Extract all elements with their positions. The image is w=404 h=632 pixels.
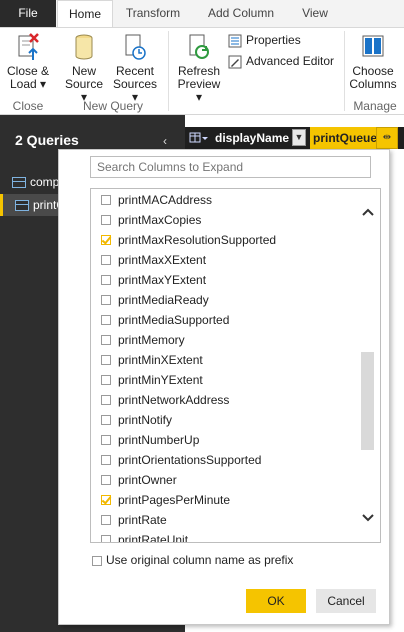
- recent-clock-icon: [123, 32, 147, 62]
- tab-home[interactable]: Home: [57, 0, 113, 27]
- checkbox[interactable]: [101, 275, 111, 285]
- table-icon: [15, 200, 29, 212]
- column-list-item-label: printNotify: [118, 413, 173, 427]
- checkbox[interactable]: [101, 515, 111, 525]
- checkbox[interactable]: [101, 415, 111, 425]
- checkbox-checked[interactable]: [101, 495, 111, 505]
- close-load-icon: [16, 32, 40, 62]
- ribbon-separator: [168, 31, 169, 111]
- search-columns-input[interactable]: [91, 157, 370, 177]
- column-printqueue[interactable]: printQueue: [310, 127, 377, 149]
- group-label-new-query: New Query: [82, 99, 144, 113]
- checkbox[interactable]: [101, 375, 111, 385]
- column-list-item-label: printMemory: [118, 333, 185, 347]
- refresh-icon: [187, 32, 211, 62]
- tab-transform[interactable]: Transform: [117, 0, 189, 27]
- cancel-button[interactable]: Cancel: [316, 589, 376, 613]
- column-list: printMACAddress printMaxCopies printMaxRes…: [90, 188, 381, 543]
- checkbox[interactable]: [101, 215, 111, 225]
- column-list-item-label: printMACAddress: [118, 193, 213, 207]
- column-list-item-label: printPagesPerMinute: [118, 493, 231, 507]
- close-load-button[interactable]: Close & Load ▾: [4, 32, 52, 91]
- column-list-item-label: printMaxResolutionSupported: [118, 233, 277, 247]
- table-icon: [12, 177, 26, 189]
- properties-label: Properties: [246, 33, 301, 47]
- table-menu-icon[interactable]: [189, 131, 209, 145]
- choose-columns-icon: [361, 32, 385, 62]
- new-source-button[interactable]: New Source ▾: [62, 32, 106, 104]
- advanced-editor-button[interactable]: Advanced Editor: [228, 53, 334, 69]
- query-item-label: comp: [30, 175, 60, 189]
- properties-button[interactable]: Properties: [228, 32, 301, 48]
- checkbox[interactable]: [101, 455, 111, 465]
- column-list-item-label: printMinXExtent: [118, 353, 203, 367]
- column-list-item-label: printMediaReady: [118, 293, 209, 307]
- column-list-item-label: printOrientationsSupported: [118, 453, 262, 467]
- tab-file[interactable]: File: [0, 0, 56, 27]
- tab-add-column[interactable]: Add Column: [193, 0, 289, 27]
- checkbox[interactable]: [101, 535, 111, 542]
- checkbox[interactable]: [101, 395, 111, 405]
- advanced-editor-icon: [228, 55, 242, 69]
- expand-column-icon[interactable]: ⇹: [376, 127, 398, 149]
- advanced-editor-label: Advanced Editor: [246, 54, 335, 68]
- choose-columns-label-2: Columns: [349, 77, 397, 91]
- checkbox[interactable]: [101, 255, 111, 265]
- checkbox[interactable]: [101, 355, 111, 365]
- choose-columns-button[interactable]: Choose Columns: [348, 32, 398, 91]
- checkbox[interactable]: [101, 475, 111, 485]
- ok-button[interactable]: OK: [246, 589, 306, 613]
- group-label-close: Close: [12, 99, 44, 113]
- search-columns-field[interactable]: [90, 156, 371, 178]
- collapse-pane-icon[interactable]: ‹: [163, 134, 167, 148]
- tab-view[interactable]: View: [293, 0, 337, 27]
- checkbox[interactable]: [101, 195, 111, 205]
- column-displayname[interactable]: displayName: [215, 131, 289, 145]
- checkbox-checked[interactable]: [101, 235, 111, 245]
- ribbon-separator: [344, 31, 345, 111]
- recent-sources-button[interactable]: Recent Sources ▾: [110, 32, 160, 104]
- scrollbar-thumb[interactable]: [361, 352, 374, 450]
- column-list-item-label: printRate: [118, 513, 167, 527]
- column-list-item-label: printMaxCopies: [118, 213, 202, 227]
- column-list-item-label: printOwner: [118, 473, 177, 487]
- refresh-preview-button[interactable]: Refresh Preview ▾: [174, 32, 224, 104]
- close-load-label-2: Load ▾: [9, 77, 47, 91]
- column-list-item-label: printNetworkAddress: [118, 393, 230, 407]
- scroll-up-icon[interactable]: [359, 206, 377, 220]
- checkbox[interactable]: [101, 315, 111, 325]
- properties-icon: [228, 34, 242, 48]
- column-list-item-label: printRateUnit: [118, 533, 189, 543]
- column-list-item-label: printMediaSupported: [118, 313, 230, 327]
- prefix-checkbox[interactable]: [92, 556, 102, 566]
- group-label-manage: Manage: [353, 99, 397, 113]
- checkbox[interactable]: [101, 295, 111, 305]
- refresh-preview-label-2: Preview ▾: [177, 77, 221, 104]
- column-filter-dropdown[interactable]: ▼: [292, 129, 306, 146]
- prefix-label: Use original column name as prefix: [106, 553, 294, 567]
- checkbox[interactable]: [101, 335, 111, 345]
- column-list-item-label: printMaxXExtent: [118, 253, 207, 267]
- column-list-item-label: printMaxYExtent: [118, 273, 207, 287]
- column-list-item-label: printMinYExtent: [118, 373, 203, 387]
- queries-title: 2 Queries: [15, 132, 79, 148]
- column-list-item-label: printNumberUp: [118, 433, 200, 447]
- checkbox[interactable]: [101, 435, 111, 445]
- database-icon: [72, 32, 96, 62]
- scroll-down-icon[interactable]: [359, 512, 377, 526]
